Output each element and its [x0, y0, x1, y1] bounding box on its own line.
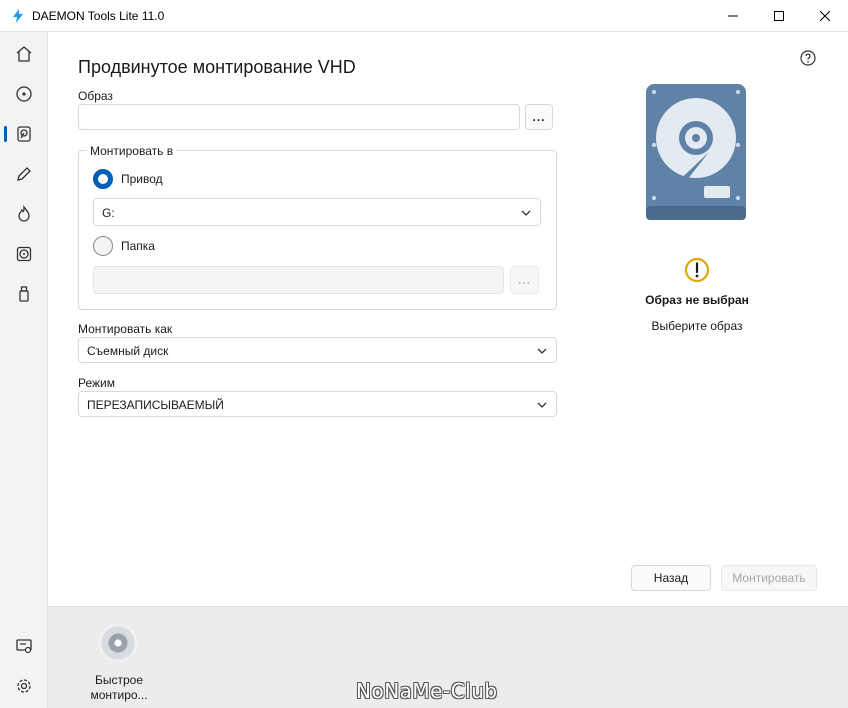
rail-item-license[interactable] — [0, 626, 48, 666]
home-icon — [16, 46, 32, 62]
minimize-button[interactable] — [710, 0, 756, 32]
disc-icon — [16, 86, 32, 102]
page-title: Продвинутое монтирование VHD — [78, 57, 356, 77]
mount-as-value: Съемный диск — [87, 344, 169, 358]
vhd-mount-panel: Продвинутое монтирование VHD Образ ... М… — [48, 32, 848, 606]
folder-radio-label: Папка — [121, 239, 155, 253]
status-title: Образ не выбран — [645, 293, 749, 307]
mode-select[interactable]: ПЕРЕЗАПИСЫВАЕМЫЙ — [78, 391, 557, 417]
license-icon — [16, 639, 32, 654]
browse-folder-button[interactable]: ... — [510, 266, 539, 294]
image-label: Образ — [78, 89, 113, 103]
chevron-down-icon — [537, 402, 547, 408]
folder-path-input[interactable] — [93, 266, 504, 294]
title-bar: DAEMON Tools Lite 11.0 — [0, 0, 848, 32]
mode-value: ПЕРЕЗАПИСЫВАЕМЫЙ — [87, 398, 224, 412]
image-path-input[interactable] — [78, 104, 520, 130]
rail-item-settings[interactable] — [0, 666, 48, 706]
usb-icon — [19, 286, 29, 302]
pencil-icon — [17, 167, 31, 181]
navigation-rail — [0, 32, 48, 708]
mount-to-caption: Монтировать в — [87, 144, 177, 158]
browse-image-button[interactable]: ... — [525, 104, 553, 130]
drive-radio-label: Привод — [121, 172, 163, 186]
status-subtitle: Выберите образ — [651, 319, 743, 333]
mount-as-label: Монтировать как — [78, 322, 173, 336]
flame-icon — [18, 205, 30, 222]
quick-mount-label[interactable]: Быстрое монтиро... — [74, 673, 164, 703]
settings-icon — [17, 679, 31, 693]
close-button[interactable] — [802, 0, 848, 32]
window-title: DAEMON Tools Lite 11.0 — [32, 9, 165, 23]
rail-item-vhd[interactable] — [0, 114, 48, 154]
hard-disk-illustration-icon — [646, 84, 746, 220]
close-icon — [820, 11, 830, 21]
rail-item-usb[interactable] — [0, 274, 48, 314]
quick-mount-disc-icon[interactable] — [98, 623, 138, 663]
rail-item-write[interactable] — [0, 154, 48, 194]
mount-as-select[interactable]: Съемный диск — [78, 337, 557, 363]
chevron-down-icon — [537, 348, 547, 354]
folder-radio[interactable] — [93, 236, 113, 256]
quick-mount-bar: Быстрое монтиро... NoNaMe-Club — [48, 606, 848, 708]
maximize-button[interactable] — [756, 0, 802, 32]
chevron-down-icon — [521, 210, 531, 216]
mount-button[interactable]: Монтировать — [721, 565, 817, 591]
mount-to-group: Монтировать в Привод G: Папка ... — [78, 144, 557, 310]
watermark: NoNaMe-Club — [356, 679, 498, 703]
mode-label: Режим — [78, 376, 115, 390]
rail-item-burn[interactable] — [0, 194, 48, 234]
drive-select-value: G: — [102, 206, 115, 220]
warning-icon — [684, 257, 710, 283]
rail-item-home[interactable] — [0, 34, 48, 74]
drive-radio[interactable] — [93, 169, 113, 189]
help-icon[interactable] — [800, 50, 816, 66]
rail-item-images[interactable] — [0, 234, 48, 274]
back-button[interactable]: Назад — [631, 565, 711, 591]
drive-select[interactable]: G: — [93, 198, 541, 226]
minimize-icon — [728, 15, 738, 17]
rail-item-discs[interactable] — [0, 74, 48, 114]
daemon-tools-logo-icon — [13, 9, 23, 23]
hdd-mount-icon — [17, 126, 31, 142]
disc-image-icon — [16, 246, 32, 262]
active-indicator — [4, 126, 7, 142]
maximize-icon — [774, 11, 784, 21]
